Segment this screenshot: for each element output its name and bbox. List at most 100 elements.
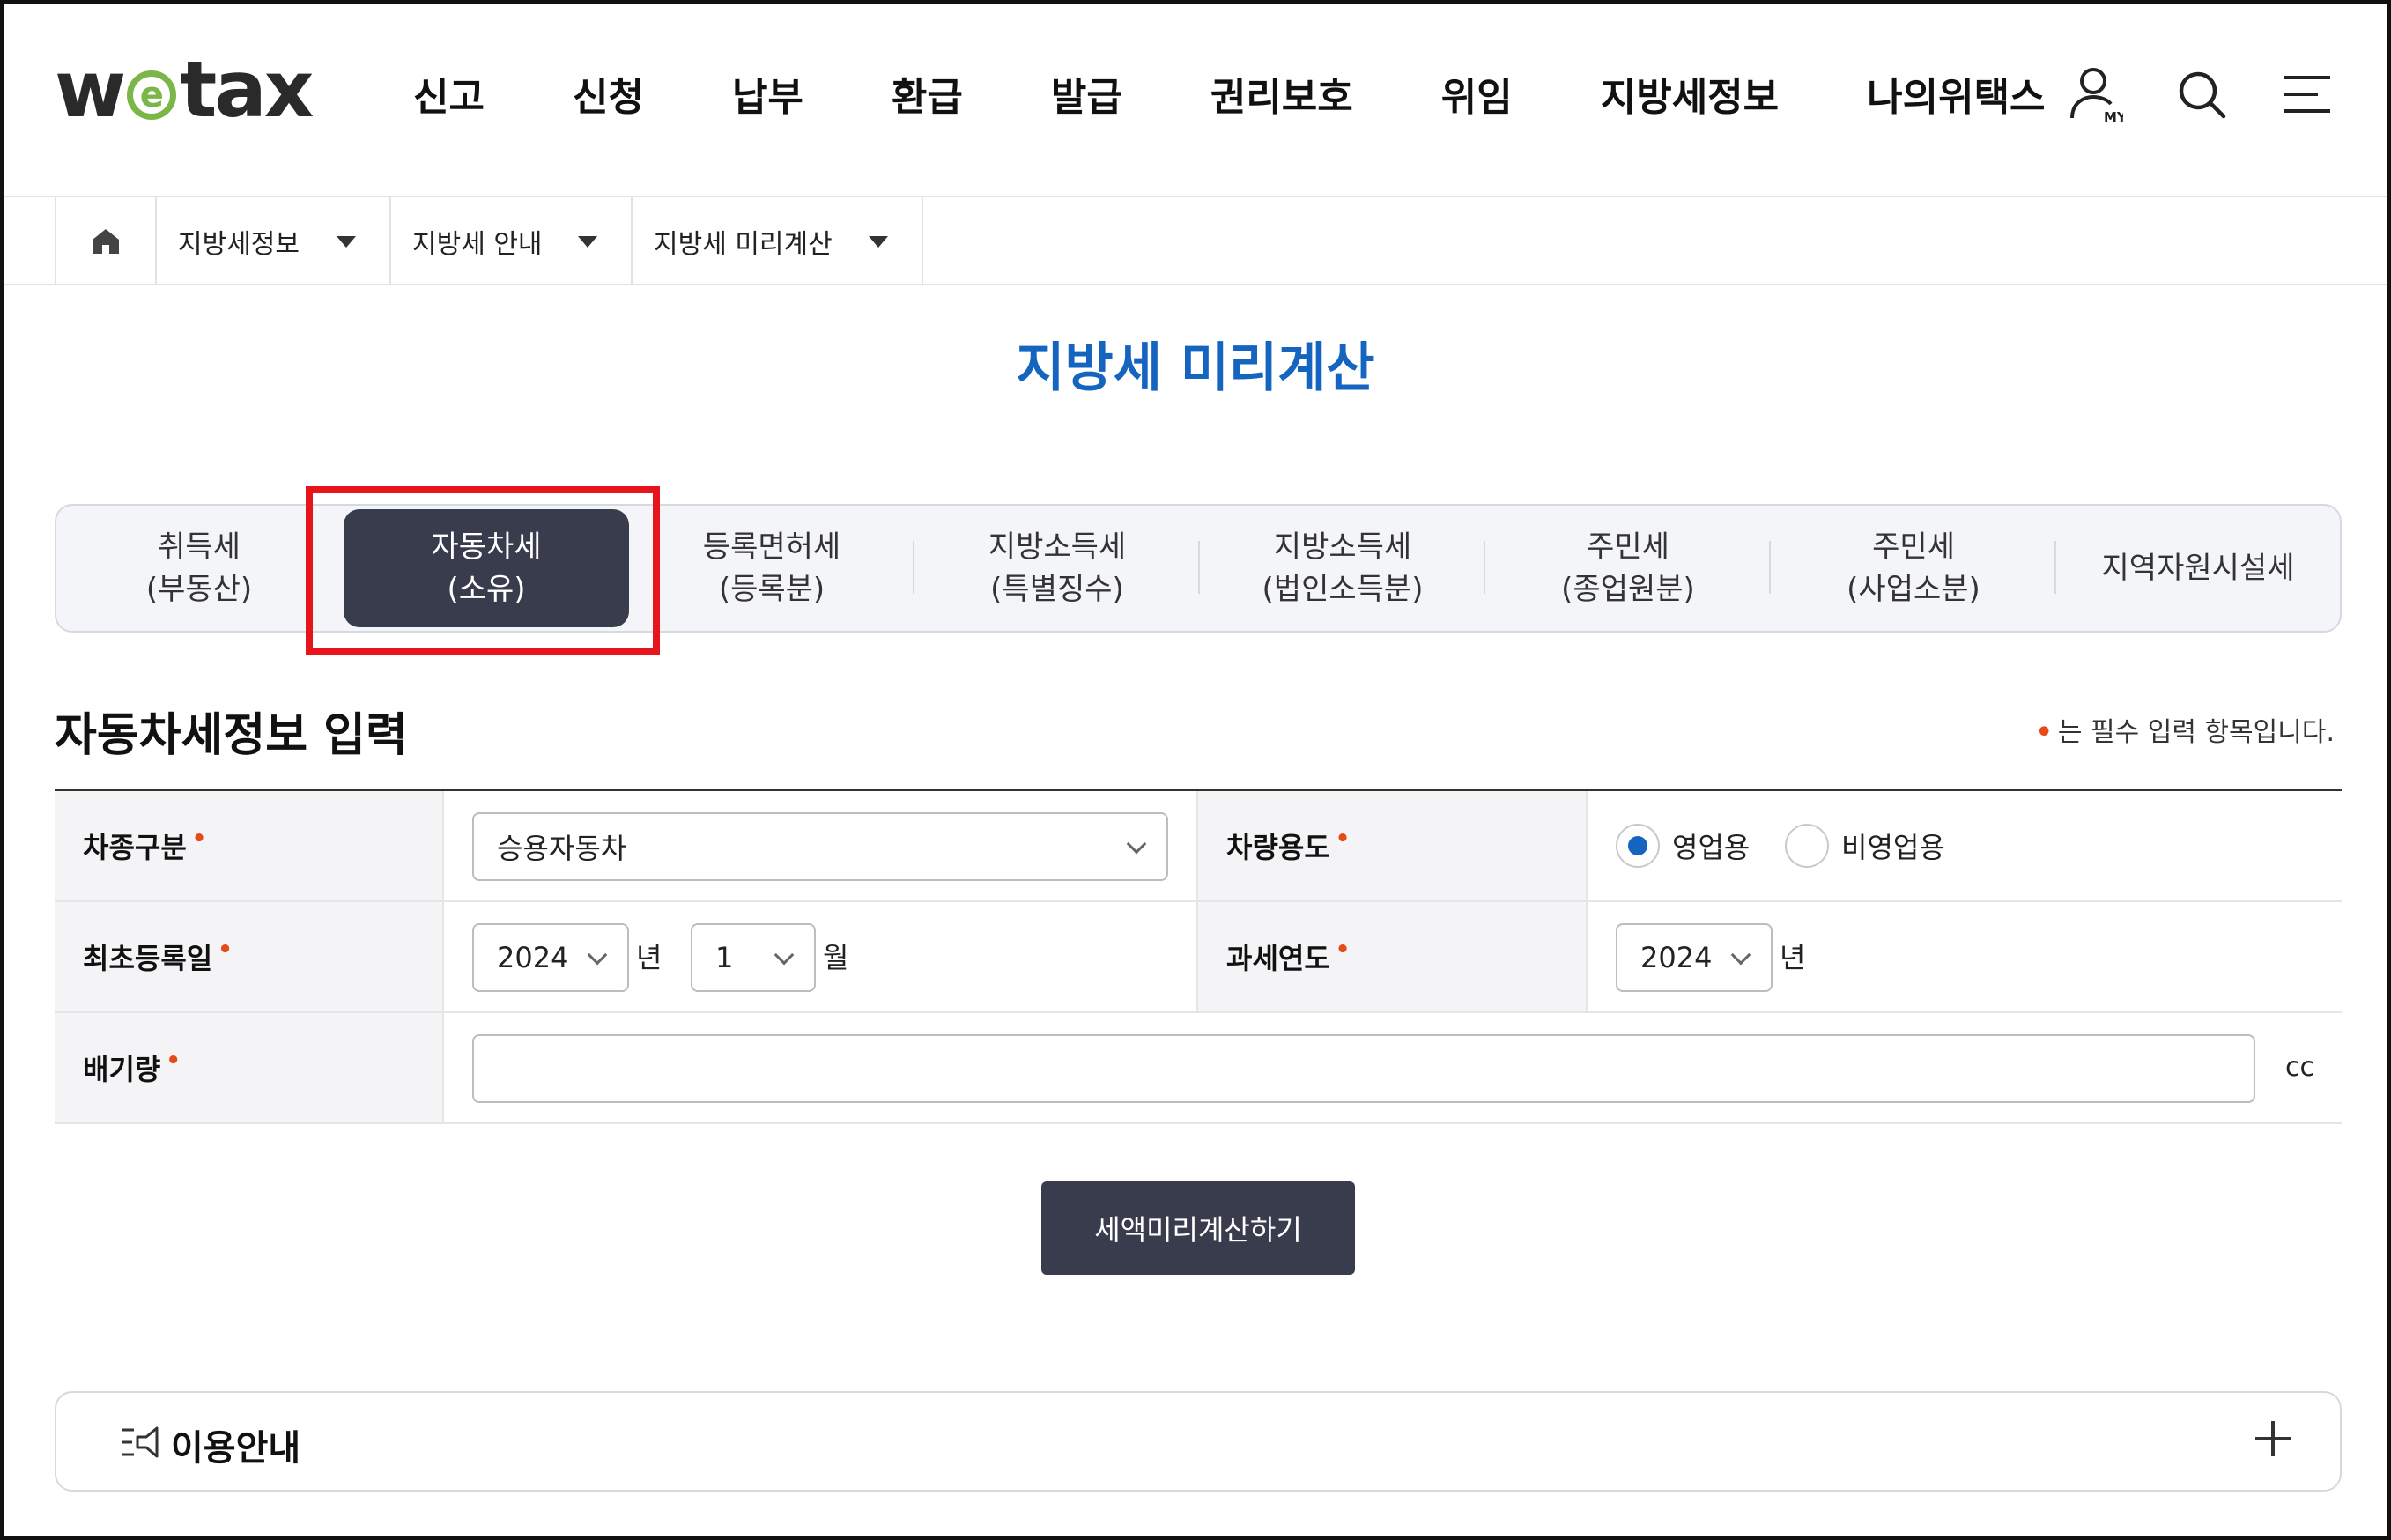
- expand-plus-icon[interactable]: [2255, 1421, 2291, 1456]
- year-unit: 년: [636, 941, 663, 974]
- select-value: 1: [715, 941, 734, 974]
- breadcrumb-tax-precalc[interactable]: 지방세 미리계산: [633, 197, 923, 285]
- logo-e-mark: e: [127, 70, 177, 120]
- vehicle-type-select[interactable]: 승용자동차: [472, 812, 1168, 881]
- form-row-dates: 최초등록일 • 2024 년 1 월 과세연도 • 2024 년: [55, 902, 2342, 1013]
- radio-button[interactable]: [1785, 824, 1829, 868]
- breadcrumb-local-tax-info[interactable]: 지방세정보: [157, 197, 391, 285]
- tab-label: 등록면허세 (등록분): [702, 529, 841, 607]
- nav-report[interactable]: 신고: [413, 65, 485, 122]
- usage-guide-title: 이용안내: [171, 1428, 301, 1469]
- cc-unit: cc: [2285, 1052, 2314, 1083]
- chevron-down-icon: [869, 236, 888, 248]
- radio-dot: [1628, 836, 1647, 855]
- chevron-down-icon: [578, 236, 597, 248]
- calculate-tax-button[interactable]: 세액미리계산하기: [1041, 1181, 1355, 1275]
- label-text: 과세연도: [1226, 942, 1330, 975]
- radio-label: 영업용: [1672, 831, 1751, 864]
- menu-icon[interactable]: [2280, 67, 2335, 122]
- my-user-icon[interactable]: MY: [2069, 67, 2123, 123]
- cell-divider: [1586, 791, 1588, 900]
- tab-label: 지방소득세 (특별징수): [988, 529, 1127, 607]
- nav-local-tax-info[interactable]: 지방세정보: [1601, 65, 1779, 122]
- cell-divider: [442, 791, 444, 900]
- nav-delegation[interactable]: 위임: [1441, 65, 1513, 122]
- tab-label: 주민세 (종업원분): [1561, 529, 1695, 607]
- cell-divider: [442, 902, 444, 1011]
- main-nav: 신고 신청 납부 환급 발급 권리보호 위임 지방세정보 나의위택스: [413, 65, 2046, 122]
- usage-guide-accordion[interactable]: 이용안내: [55, 1391, 2342, 1492]
- breadcrumb-label: 지방세 안내: [412, 229, 543, 260]
- cell-divider: [1586, 902, 1588, 1011]
- label-text: 차종구분: [83, 831, 187, 864]
- chevron-down-icon: [587, 944, 608, 966]
- required-dot: •: [166, 1048, 181, 1074]
- section-title: 자동차세정보 입력: [55, 709, 408, 762]
- month-unit: 월: [823, 941, 849, 974]
- nav-payment[interactable]: 납부: [732, 65, 803, 122]
- tab-label: 주민세 (사업소분): [1847, 529, 1980, 607]
- radio-non-commercial[interactable]: 비영업용: [1785, 824, 1945, 868]
- first-registration-label: 최초등록일 •: [55, 902, 442, 1011]
- page-frame: w e tax 신고 신청 납부 환급 발급 권리보호 위임 지방세정보 나의위택스…: [0, 0, 2391, 1540]
- logo-text-w: w: [55, 43, 126, 135]
- tab-local-income-tax-corporate[interactable]: 지방소득세 (법인소득분): [1200, 506, 1485, 631]
- registration-month-select[interactable]: 1: [691, 923, 816, 992]
- label-text: 배기량: [83, 1053, 161, 1086]
- breadcrumb-label: 지방세 미리계산: [654, 229, 833, 260]
- required-dot: •: [2035, 717, 2053, 748]
- radio-button-selected[interactable]: [1616, 824, 1660, 868]
- header-icons: MY: [2069, 67, 2335, 123]
- vehicle-tax-form: 차종구분 • 승용자동차 차량용도 • 영업용 비영업용 최초등록일 • 202…: [55, 789, 2342, 1124]
- tab-registration-license-tax[interactable]: 등록면허세 (등록분): [629, 506, 914, 631]
- required-dot: •: [191, 826, 207, 852]
- nav-rights[interactable]: 권리보호: [1210, 65, 1353, 122]
- required-dot: •: [218, 937, 233, 963]
- chevron-down-icon: [774, 944, 795, 966]
- displacement-input[interactable]: [472, 1034, 2255, 1103]
- site-header: w e tax 신고 신청 납부 환급 발급 권리보호 위임 지방세정보 나의위택스…: [4, 4, 2387, 197]
- radio-commercial[interactable]: 영업용: [1616, 824, 1750, 868]
- breadcrumb: 지방세정보 지방세 안내 지방세 미리계산: [4, 197, 2387, 285]
- tax-year-select[interactable]: 2024: [1616, 923, 1773, 992]
- tab-acquisition-tax[interactable]: 취득세 (부동산): [56, 506, 342, 631]
- home-icon: [93, 229, 119, 254]
- tab-resident-tax-business[interactable]: 주민세 (사업소분): [1771, 506, 2056, 631]
- nav-my-wetax[interactable]: 나의위택스: [1867, 65, 2045, 122]
- breadcrumb-local-tax-guide[interactable]: 지방세 안내: [391, 197, 633, 285]
- cell-divider: [442, 1013, 444, 1122]
- vehicle-type-label: 차종구분 •: [55, 791, 442, 900]
- radio-label: 비영업용: [1841, 831, 1945, 864]
- tab-local-income-tax-withholding[interactable]: 지방소득세 (특별징수): [914, 506, 1200, 631]
- select-value: 2024: [1640, 941, 1713, 974]
- logo-text-tax: tax: [180, 43, 314, 135]
- tab-label: 지방소득세 (법인소득분): [1262, 529, 1424, 607]
- displacement-label: 배기량 •: [55, 1013, 442, 1122]
- required-note: • 는 필수 입력 항목입니다.: [2036, 710, 2335, 749]
- select-value: 2024: [497, 941, 569, 974]
- nav-apply[interactable]: 신청: [573, 65, 644, 122]
- highlight-annotation: [306, 486, 660, 655]
- year-unit: 년: [1780, 941, 1806, 974]
- tab-resident-tax-employee[interactable]: 주민세 (종업원분): [1485, 506, 1771, 631]
- my-badge: MY: [2104, 109, 2123, 123]
- breadcrumb-home[interactable]: [55, 197, 157, 285]
- nav-refund[interactable]: 환급: [892, 65, 963, 122]
- form-row-type-use: 차종구분 • 승용자동차 차량용도 • 영업용 비영업용: [55, 791, 2342, 902]
- breadcrumb-label: 지방세정보: [178, 229, 300, 260]
- chevron-down-icon: [1126, 833, 1147, 855]
- nav-issue[interactable]: 발급: [1051, 65, 1122, 122]
- chevron-down-icon: [1730, 944, 1751, 966]
- wetax-logo[interactable]: w e tax: [55, 44, 315, 135]
- form-row-displacement: 배기량 • cc: [55, 1013, 2342, 1124]
- search-icon[interactable]: [2174, 67, 2229, 122]
- tab-regional-resource-facility-tax[interactable]: 지역자원시설세: [2056, 506, 2340, 631]
- megaphone-list-icon: [122, 1426, 159, 1458]
- page-title: 지방세 미리계산: [1016, 337, 1375, 399]
- select-value: 승용자동차: [497, 832, 627, 865]
- vehicle-use-label: 차량용도 •: [1198, 791, 1586, 900]
- required-note-text: 는 필수 입력 항목입니다.: [2057, 717, 2335, 748]
- label-text: 최초등록일: [83, 942, 213, 975]
- label-text: 차량용도: [1226, 831, 1330, 864]
- registration-year-select[interactable]: 2024: [472, 923, 629, 992]
